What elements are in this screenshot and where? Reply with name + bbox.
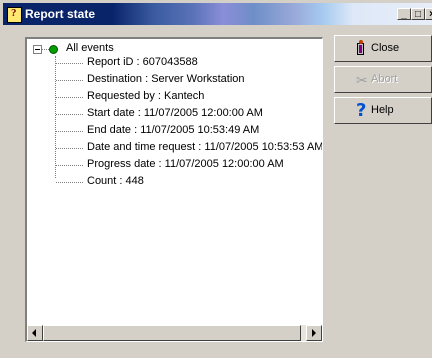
tree-item-label: Start date : 11/07/2005 12:00:00 AM — [87, 107, 263, 119]
tree-item-label: Report iD : 607043588 — [87, 56, 198, 68]
scroll-right-button[interactable] — [306, 325, 322, 341]
maximize-button[interactable]: □ — [411, 8, 425, 20]
arrow-right-icon — [312, 329, 316, 337]
close-window-button[interactable]: × — [425, 8, 432, 20]
tree-branch-line — [56, 131, 83, 132]
help-button[interactable]: ? Help — [334, 97, 432, 124]
tree-branch-line — [56, 97, 83, 98]
tree-branch-line — [56, 63, 83, 64]
scroll-left-button[interactable] — [27, 325, 43, 341]
tree-item-label: End date : 11/07/2005 10:53:49 AM — [87, 124, 260, 136]
tree-item-label: Progress date : 11/07/2005 12:00:00 AM — [87, 158, 284, 170]
scissors-icon: ✂ — [356, 72, 368, 88]
tree-item-label: Count : 448 — [87, 175, 144, 187]
tree-item-label: Requested by : Kantech — [87, 90, 205, 102]
tree-content: All events Report iD : 607043588 Destina… — [27, 39, 322, 323]
help-question-icon: ? — [356, 100, 367, 121]
tree-trunk-line — [55, 56, 56, 178]
tree-branch-line — [56, 80, 83, 81]
collapse-toggle-icon[interactable] — [33, 45, 42, 54]
arrow-left-icon — [32, 329, 36, 337]
tree-branch-line — [56, 165, 83, 166]
tree-item-label: Date and time request : 11/07/2005 10:53… — [87, 141, 322, 153]
report-state-window: ? Report state _ □ × All events Report i… — [0, 0, 432, 358]
close-button[interactable]: Close — [334, 35, 432, 62]
events-tree[interactable]: All events Report iD : 607043588 Destina… — [25, 37, 323, 342]
window-title: Report state — [25, 7, 96, 21]
tree-branch-line — [56, 148, 83, 149]
status-dot-icon — [49, 45, 58, 54]
help-button-label: Help — [371, 104, 394, 116]
minimize-button[interactable]: _ — [397, 8, 411, 20]
exit-door-icon — [354, 40, 368, 57]
abort-button[interactable]: ✂ Abort — [334, 66, 432, 93]
app-icon: ? — [7, 7, 22, 23]
tree-branch-line — [56, 114, 83, 115]
close-button-label: Close — [371, 42, 400, 54]
title-bar[interactable]: ? Report state _ □ × — [3, 3, 432, 25]
tree-connector — [42, 49, 49, 50]
horizontal-scrollbar[interactable] — [27, 325, 322, 341]
scroll-thumb[interactable] — [43, 325, 301, 341]
tree-item-label: Destination : Server Workstation — [87, 73, 245, 85]
abort-button-label: Abort — [371, 73, 398, 85]
tree-root-label[interactable]: All events — [66, 42, 114, 54]
tree-branch-line — [56, 182, 83, 183]
